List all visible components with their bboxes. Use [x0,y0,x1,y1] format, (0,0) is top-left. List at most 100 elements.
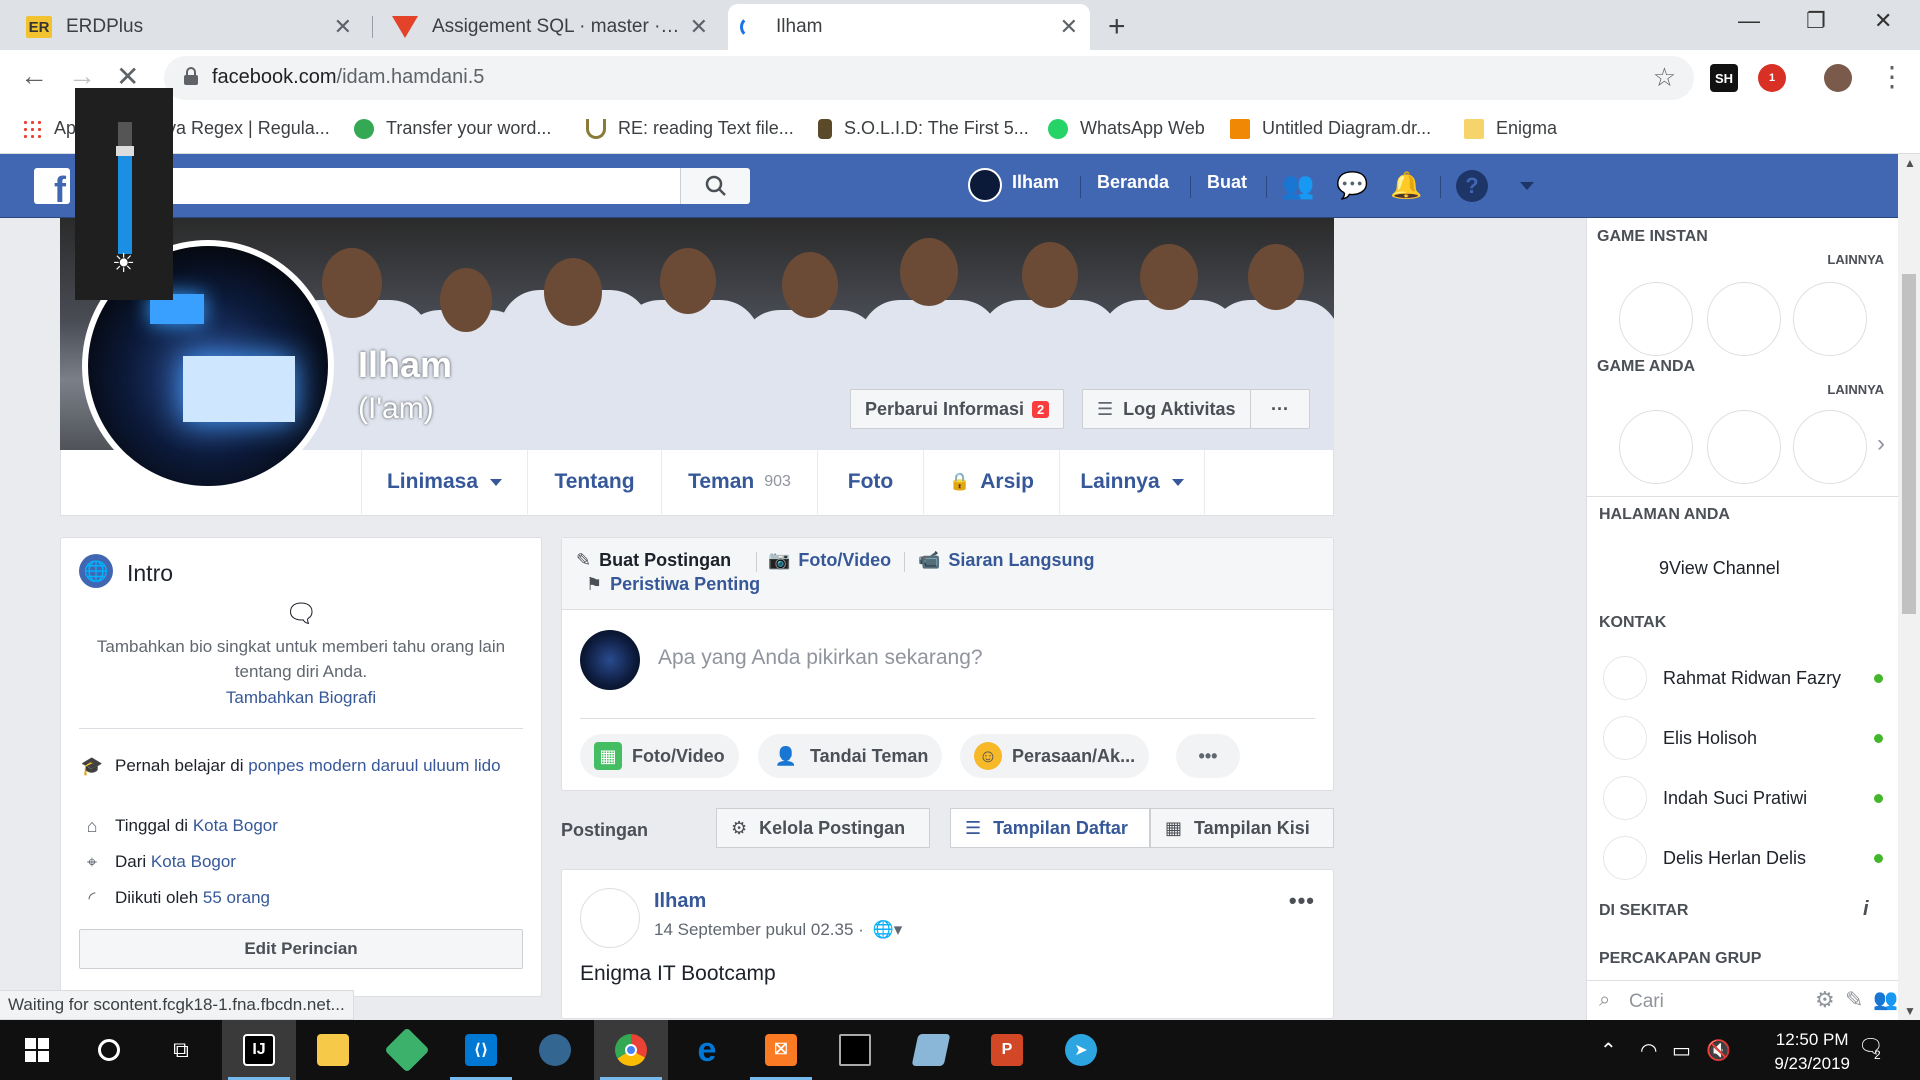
taskbar-gitkraken[interactable] [370,1020,444,1080]
taskbar-telegram[interactable]: ➤ [1044,1020,1118,1080]
chat-search[interactable]: ⌕ Cari ⚙ ✎ 👥 [1587,980,1899,1020]
profile-name[interactable]: Ilham [358,344,452,386]
search-button[interactable] [680,168,750,204]
composer-feeling-button[interactable]: ☺ Perasaan/Ak... [960,734,1150,778]
contact-item[interactable]: Elis Holisoh [1603,714,1893,762]
nav-home-link[interactable]: Beranda [1097,172,1169,193]
game-thumbnail[interactable] [1707,410,1781,484]
sh-extension-icon[interactable]: SH [1710,64,1738,92]
page-scrollbar[interactable]: ▲ ▼ [1898,154,1920,1020]
update-info-button[interactable]: Perbarui Informasi 2 [850,389,1065,429]
window-close-icon[interactable]: ✕ [1874,8,1892,34]
bookmark-whatsapp[interactable]: WhatsApp Web [1048,118,1205,139]
taskbar-powerpoint[interactable]: P [970,1020,1044,1080]
account-menu-chevron-icon[interactable] [1520,182,1534,190]
list-view-button[interactable]: ☰ Tampilan Daftar [950,808,1150,848]
taskbar-edge[interactable]: e [670,1020,744,1080]
game-thumbnail[interactable] [1619,282,1693,356]
composer-tab-life-event[interactable]: ⚑ Peristiwa Penting [586,574,760,595]
tab-more[interactable]: Lainnya [1059,450,1205,514]
followers-link[interactable]: 55 orang [203,888,270,907]
taskbar-file-explorer[interactable] [296,1020,370,1080]
composer-more-button[interactable]: ••• [1176,734,1240,778]
tab-erdplus[interactable]: ER ERDPlus ✕ [14,4,364,50]
bookmark-java-regex[interactable]: Java Regex | Regula... [148,118,330,139]
grid-view-button[interactable]: ▦ Tampilan Kisi [1150,808,1334,848]
composer-photo-button[interactable]: ▦ Foto/Video [580,734,739,778]
composer-input[interactable]: Apa yang Anda pikirkan sekarang? [658,646,983,670]
bookmark-apps[interactable]: Ap [22,118,76,139]
game-thumbnail[interactable] [1793,282,1867,356]
bookmark-solid[interactable]: S.O.L.I.D: The First 5... [818,118,1029,139]
globe-icon[interactable]: 🌐▾ [873,920,903,939]
activity-log-button[interactable]: ☰ Log Aktivitas [1082,389,1251,429]
create-group-icon[interactable]: 👥 [1873,987,1898,1012]
post-author-avatar[interactable] [580,888,640,948]
city-link[interactable]: Kota Bogor [193,816,278,835]
tab-gitlab[interactable]: Assigement SQL · master · Enigma ✕ [380,4,720,50]
notifications-bell-icon[interactable]: 🔔 [1390,170,1422,201]
tab-timeline[interactable]: Linimasa [361,450,527,514]
cortana-button[interactable] [72,1020,146,1080]
tab-friends[interactable]: Teman 903 [661,450,817,514]
your-games-more-link[interactable]: LAINNYA [1827,382,1884,397]
extension-badge-icon[interactable]: 1 [1758,64,1786,92]
cover-more-button[interactable]: ··· [1250,389,1310,429]
gear-icon[interactable]: ⚙ [1815,987,1835,1013]
volume-mute-icon[interactable]: 🔇 [1706,1038,1731,1063]
page-link[interactable]: 9View Channel [1659,558,1780,579]
game-thumbnail[interactable] [1707,282,1781,356]
game-thumbnail[interactable] [1793,410,1867,484]
taskbar-onenote[interactable] [894,1020,968,1080]
bookmark-reading-text[interactable]: RE: reading Text file... [586,118,794,139]
composer-tab-photo-video[interactable]: 📷 Foto/Video [768,550,891,571]
facebook-logo-icon[interactable]: f [34,168,70,204]
tab-photos[interactable]: Foto [817,450,923,514]
post-author[interactable]: Ilham [654,890,706,913]
post-options-button[interactable]: ••• [1289,888,1315,914]
add-bio-link[interactable]: Tambahkan Biografi [81,688,521,708]
scroll-down-icon[interactable]: ▼ [1904,1004,1916,1018]
close-icon[interactable]: ✕ [1060,14,1078,40]
task-view-button[interactable]: ⧉ [144,1020,218,1080]
game-thumbnail[interactable] [1619,410,1693,484]
address-bar[interactable]: facebook.com/idam.hamdani.5 ☆ [164,56,1694,100]
help-icon[interactable]: ? [1456,170,1488,202]
bookmark-star-icon[interactable]: ☆ [1653,62,1676,93]
info-icon[interactable]: i [1863,898,1869,921]
messenger-icon[interactable]: 💬 [1336,170,1368,201]
bookmark-drawio[interactable]: Untitled Diagram.dr... [1230,118,1431,139]
post-timestamp[interactable]: 14 September pukul 02.35 · 🌐▾ [654,920,902,940]
contact-item[interactable]: Delis Herlan Delis [1603,834,1893,882]
tab-about[interactable]: Tentang [527,450,661,514]
taskbar-xampp[interactable]: ⛝ [744,1020,818,1080]
tab-archive[interactable]: 🔒 Arsip [923,450,1059,514]
composer-tag-friends-button[interactable]: 👤 Tandai Teman [758,734,943,778]
profile-avatar[interactable] [1824,64,1852,92]
education-link[interactable]: ponpes modern daruul uluum lido [248,756,500,775]
contact-item[interactable]: Indah Suci Pratiwi [1603,774,1893,822]
taskbar-terminal[interactable] [818,1020,892,1080]
taskbar-vscode[interactable]: ⟨⟩ [444,1020,518,1080]
chevron-right-icon[interactable]: › [1877,430,1885,458]
taskbar-postgres[interactable] [518,1020,592,1080]
bookmark-enigma-folder[interactable]: Enigma [1464,118,1557,139]
composer-tab-live-video[interactable]: 📹 Siaran Langsung [918,550,1094,571]
scroll-up-icon[interactable]: ▲ [1904,156,1916,170]
brightness-thumb[interactable] [116,146,134,157]
action-center-icon[interactable]: 🗨 2 [1858,1034,1883,1062]
hometown-link[interactable]: Kota Bogor [151,852,236,871]
tray-chevron-up-icon[interactable]: ⌃ [1600,1038,1617,1063]
nav-user-link[interactable]: Ilham [1012,172,1059,193]
nav-user-avatar[interactable] [968,168,1002,202]
taskbar-intellij[interactable]: IJ [222,1020,296,1080]
system-clock[interactable]: 12:50 PM 9/23/2019 [1774,1028,1850,1076]
restore-icon[interactable]: ❐ [1806,8,1826,34]
tab-facebook[interactable]: Ilham ✕ [728,4,1090,50]
battery-icon[interactable]: ▭ [1672,1038,1691,1063]
bookmark-transfer[interactable]: Transfer your word... [354,118,551,139]
taskbar-chrome[interactable] [594,1020,668,1080]
instant-games-more-link[interactable]: LAINNYA [1827,252,1884,267]
new-tab-button[interactable]: + [1108,10,1126,44]
close-icon[interactable]: ✕ [334,14,352,40]
